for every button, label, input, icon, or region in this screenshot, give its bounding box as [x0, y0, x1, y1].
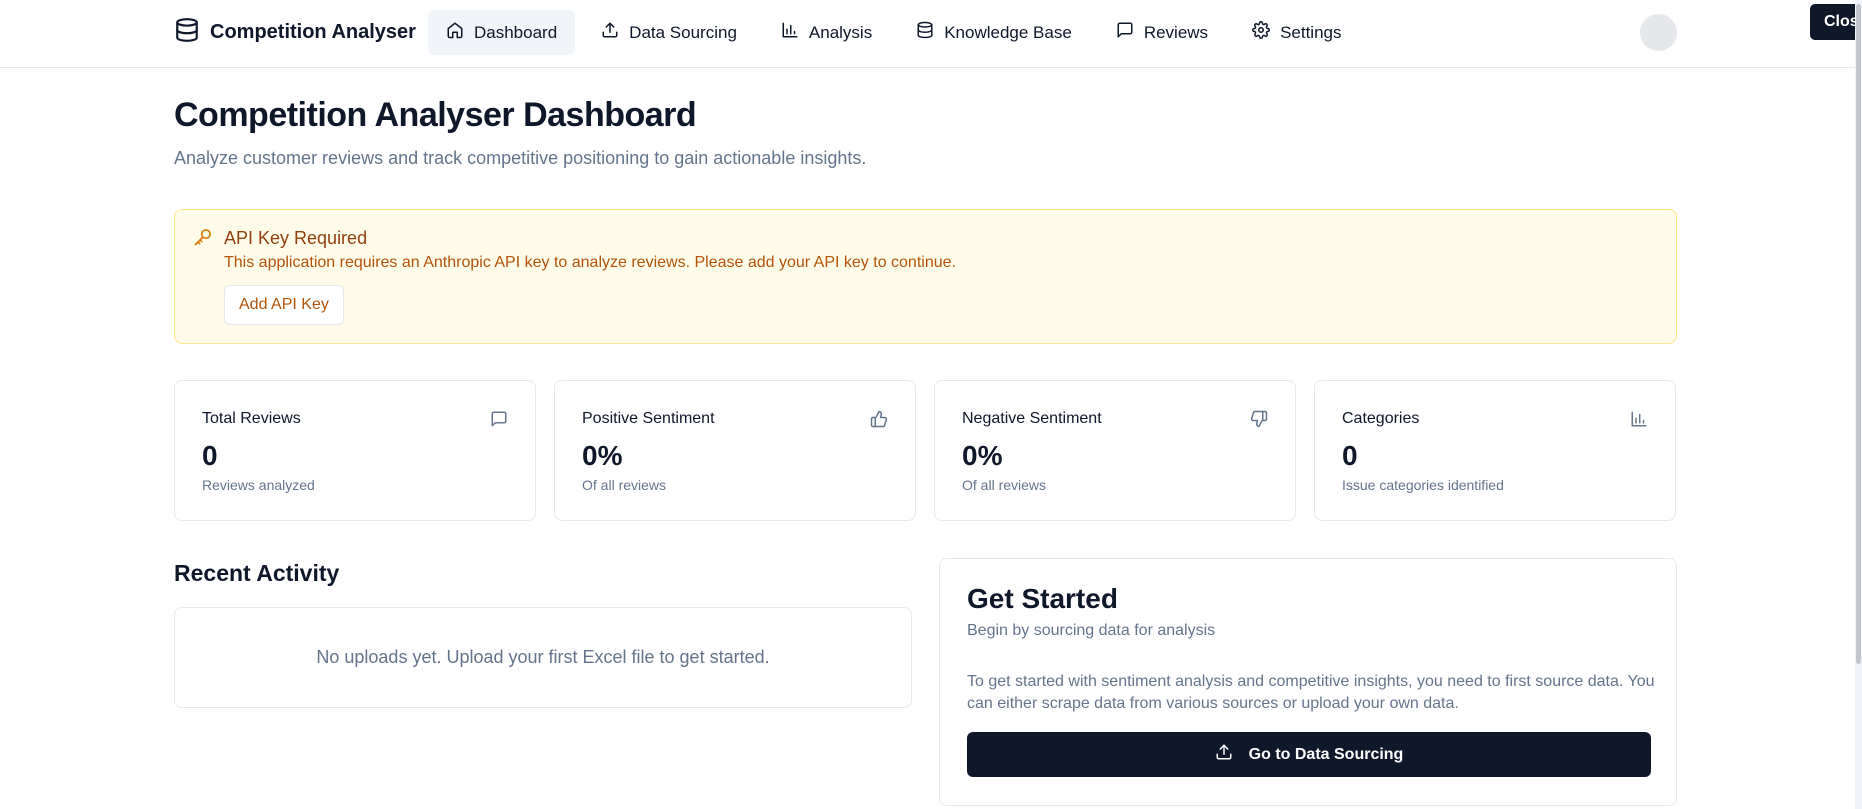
database-icon: [916, 21, 934, 44]
stat-caption: Of all reviews: [962, 477, 1047, 493]
upload-icon: [1215, 743, 1233, 766]
thumbs-up-icon: [870, 410, 888, 428]
app-name: Competition Analyser: [210, 20, 416, 43]
stat-card-positive-sentiment: Positive Sentiment 0% Of all reviews: [554, 380, 916, 521]
go-to-data-sourcing-button[interactable]: Go to Data Sourcing: [967, 732, 1651, 777]
get-started-body: To get started with sentiment analysis a…: [967, 673, 1655, 712]
nav-item-settings[interactable]: Settings: [1234, 10, 1359, 55]
alert-text: This application requires an Anthropic A…: [224, 254, 956, 271]
bar-chart-icon: [781, 21, 799, 44]
main-nav: Dashboard Data Sourcing Analysis Knowled…: [428, 10, 1360, 55]
stat-title: Categories: [1342, 410, 1420, 427]
nav-item-label: Data Sourcing: [629, 22, 737, 42]
message-square-icon: [490, 410, 508, 428]
app-brand[interactable]: Competition Analyser: [174, 17, 416, 48]
stat-card-negative-sentiment: Negative Sentiment 0% Of all reviews: [934, 380, 1296, 521]
avatar[interactable]: [1640, 14, 1677, 51]
stat-title: Total Reviews: [202, 410, 301, 427]
nav-item-label: Analysis: [808, 22, 873, 42]
nav-item-analysis[interactable]: Analysis: [763, 10, 890, 55]
page-title: Competition Analyser Dashboard: [174, 96, 697, 134]
stat-caption: Of all reviews: [582, 477, 667, 493]
alert-title: API Key Required: [224, 228, 368, 248]
nav-item-knowledge-base[interactable]: Knowledge Base: [898, 10, 1090, 55]
empty-state-text: No uploads yet. Upload your first Excel …: [316, 647, 770, 667]
get-started-card: Get Started Begin by sourcing data for a…: [939, 558, 1677, 806]
key-icon: [193, 227, 213, 247]
nav-item-label: Knowledge Base: [944, 22, 1072, 42]
recent-activity-title: Recent Activity: [174, 560, 340, 586]
stat-card-total-reviews: Total Reviews 0 Reviews analyzed: [174, 380, 536, 521]
upload-icon: [601, 21, 619, 44]
get-started-subtitle: Begin by sourcing data for analysis: [967, 622, 1216, 639]
stat-value: 0: [202, 440, 218, 471]
nav-item-reviews[interactable]: Reviews: [1098, 10, 1226, 55]
page-subtitle: Analyze customer reviews and track compe…: [174, 148, 867, 168]
bar-chart-icon: [1630, 410, 1648, 428]
stat-value: 0%: [962, 440, 1003, 471]
thumbs-down-icon: [1250, 410, 1268, 428]
nav-item-label: Settings: [1280, 22, 1342, 42]
top-navigation-bar: Competition Analyser Dashboard Data Sour…: [0, 0, 1862, 68]
database-icon: [174, 17, 200, 48]
get-started-title: Get Started: [967, 583, 1118, 614]
home-icon: [446, 21, 464, 44]
gear-icon: [1252, 21, 1270, 44]
stat-title: Positive Sentiment: [582, 410, 715, 427]
stat-value: 0: [1342, 440, 1358, 471]
nav-item-label: Dashboard: [474, 22, 558, 42]
message-square-icon: [1116, 21, 1134, 44]
scrollbar-thumb[interactable]: [1856, 4, 1861, 664]
add-api-key-button[interactable]: Add API Key: [224, 285, 344, 325]
stat-value: 0%: [582, 440, 623, 471]
recent-activity-empty-state: No uploads yet. Upload your first Excel …: [174, 607, 912, 708]
stat-title: Negative Sentiment: [962, 410, 1102, 427]
button-label: Go to Data Sourcing: [1248, 745, 1404, 763]
nav-item-data-sourcing[interactable]: Data Sourcing: [583, 10, 755, 55]
stat-card-categories: Categories 0 Issue categories identified: [1314, 380, 1676, 521]
nav-item-label: Reviews: [1143, 22, 1209, 42]
api-key-alert: API Key Required This application requir…: [174, 209, 1677, 344]
stat-caption: Issue categories identified: [1342, 477, 1504, 493]
scrollbar[interactable]: [1855, 0, 1862, 809]
nav-item-dashboard[interactable]: Dashboard: [428, 10, 576, 55]
stat-caption: Reviews analyzed: [202, 477, 315, 493]
stats-row: Total Reviews 0 Reviews analyzed Positiv…: [174, 380, 1676, 521]
